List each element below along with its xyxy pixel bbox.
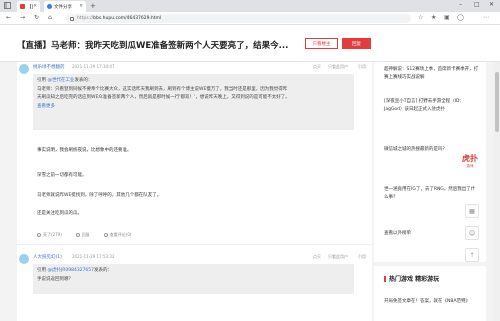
back-icon[interactable]: ←: [6, 14, 11, 21]
thread-header: 【直播】马老师：我昨天吃到瓜WE准备签新两个人天要亮了，结果今... 只看楼主 …: [0, 25, 500, 62]
post-time: 2021-11-29 17:53:32: [72, 254, 115, 259]
lock-icon: [70, 16, 74, 21]
feedback-icon[interactable]: ☺: [465, 226, 479, 240]
post-time: 2021-11-29 17:34:47: [72, 64, 115, 69]
like-count: 亮了(279): [43, 232, 62, 237]
profile-icon[interactable]: ◯: [457, 14, 464, 21]
tab-bar: 【直播】马老师：我昨...✕ 文件分享 ✕ + – □ ✕: [0, 0, 500, 12]
like-icon: [37, 233, 41, 237]
like-button[interactable]: 亮了(279): [37, 232, 62, 238]
quote-link[interactable]: 引用: [358, 64, 366, 70]
address-bar-row: ← → ↻ ⌂ https:// bbs.hupu.com/46437629.h…: [0, 12, 500, 25]
browser-menu-icon[interactable]: [4, 2, 11, 9]
badge-sub-text: 游戏: [466, 163, 474, 168]
post-author[interactable]: 桃乐绿不想翻药: [33, 64, 65, 70]
view-comments-label: 查看评论(0): [109, 232, 132, 237]
page-title: 【直播】马老师：我昨天吃到瓜WE准备签新两个人天要亮了，结果今...: [17, 41, 289, 51]
quote-header: 引用 @世代在工业发表的：: [37, 78, 93, 83]
maximize-icon[interactable]: □: [474, 1, 480, 8]
avatar[interactable]: [19, 254, 29, 264]
thread-content: 桃乐绿不想翻药 2021-11-29 17:34:47 点灭 只看此用户 引用 …: [17, 62, 372, 321]
window-close-icon[interactable]: ✕: [489, 1, 494, 8]
reply-icon: [75, 233, 80, 237]
new-tab-icon[interactable]: +: [90, 2, 96, 10]
minimize-icon[interactable]: –: [459, 1, 462, 8]
only-this-user-link[interactable]: 只看此用户: [328, 64, 348, 70]
reply-text: 事实说明，我会刷统夜说，比想象中的还要准。: [37, 148, 132, 153]
quote-author[interactable]: @虎扑JR0984327657: [47, 268, 94, 273]
avatar[interactable]: [19, 64, 29, 74]
back-to-top-icon[interactable]: ⇡: [465, 248, 479, 262]
qr-code-icon[interactable]: ▦: [465, 204, 479, 218]
file-share-favicon-icon: [47, 4, 52, 9]
post-footer: 亮了(279) 回复 查看评论(0): [37, 232, 131, 238]
close-icon[interactable]: ✕: [79, 4, 83, 9]
post-divider: [17, 244, 372, 245]
page-scrollbar[interactable]: [494, 62, 500, 321]
sidebar-item[interactable]: 世一涵竟用在IG了，去了RNG，然后我出了什么事？: [384, 186, 479, 202]
quote-header-rest: 发表的：: [74, 78, 93, 83]
reply-text: 马老师就说昨WE挺找到，除了呼呼的，其他几个都在队友了。: [37, 193, 162, 198]
quote-header: 引用 @虎扑JR0984327657发表的：: [37, 268, 113, 273]
quoted-post: 引用 @世代在工业发表的： 马老师：只看登到同候不要奉个比赛大众，这实话昨天我刷…: [33, 74, 354, 130]
reply-label: 回复: [81, 232, 90, 237]
quote-header-rest: 发表的：: [94, 268, 113, 273]
quote-author[interactable]: @世代在工业: [47, 78, 74, 83]
hot-games-title: 热门游戏 精彩游玩: [384, 274, 439, 283]
sidebar-item[interactable]: [深夜宣小T自言] 打野去手游全程（ID：JagGod）该日起正式入驻虎扑: [384, 98, 479, 114]
favorites-icon[interactable]: ★: [431, 14, 436, 21]
only-this-user-link[interactable]: 只看此用户: [328, 254, 348, 260]
sidebar-divider: [374, 262, 486, 266]
hupu-games-badge[interactable]: 虎扑 游戏: [455, 147, 485, 174]
tab-hupu[interactable]: 【直播】马老师：我昨...✕: [17, 1, 40, 12]
tab-file-share[interactable]: 文件分享 ✕: [44, 1, 86, 12]
quote-link[interactable]: 引用: [358, 254, 366, 260]
close-icon[interactable]: ✕: [33, 4, 37, 9]
view-comments-link[interactable]: 查看评论(0): [103, 232, 132, 238]
downvote-link[interactable]: 点灭: [313, 64, 321, 70]
comment-icon: [103, 233, 108, 237]
collections-icon[interactable]: ▣: [444, 14, 450, 21]
url-text: bbs.hupu.com/46437629.html: [93, 16, 162, 21]
hupu-favicon-icon: [20, 4, 25, 9]
more-icon[interactable]: ⋯: [483, 14, 489, 21]
forward-icon[interactable]: →: [20, 14, 25, 21]
reply-link[interactable]: 回复: [75, 232, 90, 238]
reply-text: 深雪之前一切都有可能。: [37, 173, 87, 178]
star-icon[interactable]: ☆: [418, 14, 423, 21]
home-icon[interactable]: ⌂: [48, 14, 52, 21]
badge-main-text: 虎扑: [462, 152, 478, 163]
tab-label: 文件分享: [54, 4, 72, 10]
quoted-post: 引用 @虎扑JR0984327657发表的： 手说说返回到哪？: [33, 264, 354, 294]
downvote-link[interactable]: 点灭: [313, 254, 321, 260]
url-input[interactable]: https:// bbs.hupu.com/46437629.html: [66, 14, 411, 23]
post-author[interactable]: 人大抵见幻(1): [33, 254, 62, 260]
reply-button[interactable]: 回复: [342, 38, 371, 49]
view-more-link[interactable]: 查看以外榜单: [384, 230, 411, 236]
right-sidebar: 超神解说：S12赛场上季，首席新卡赛季开，打赛上赛线巧实战说解 [深夜宣小T自言…: [374, 62, 486, 321]
refresh-icon[interactable]: ↻: [34, 14, 39, 21]
scrollbar-thumb[interactable]: [495, 72, 499, 132]
only-author-button[interactable]: 只看楼主: [305, 38, 338, 49]
sidebar-item[interactable]: 开局免签文章在！答案，就在《NBA范特》: [384, 298, 479, 306]
quote-line: 手说说返回到哪？: [37, 276, 73, 282]
show-more-link[interactable]: 查看更多: [37, 103, 350, 112]
sidebar-item[interactable]: 超神解说：S12赛场上季，首席新卡赛季开，打赛上赛线巧实战说解: [384, 66, 479, 82]
url-prefix: https://: [77, 16, 94, 21]
quote-line: 马老师：只看登到同候不要奉个比赛大众，这实话昨天我刷到去，刷到有个博主说WE慢万…: [37, 86, 288, 92]
reply-text: 还是关注吃到瓜的瓜。: [37, 211, 82, 216]
quote-line: 天刷瓜知之后吃完的话应到WE众准备签新两个人，然后就是那时候一行'都双！'，想说…: [37, 95, 290, 101]
